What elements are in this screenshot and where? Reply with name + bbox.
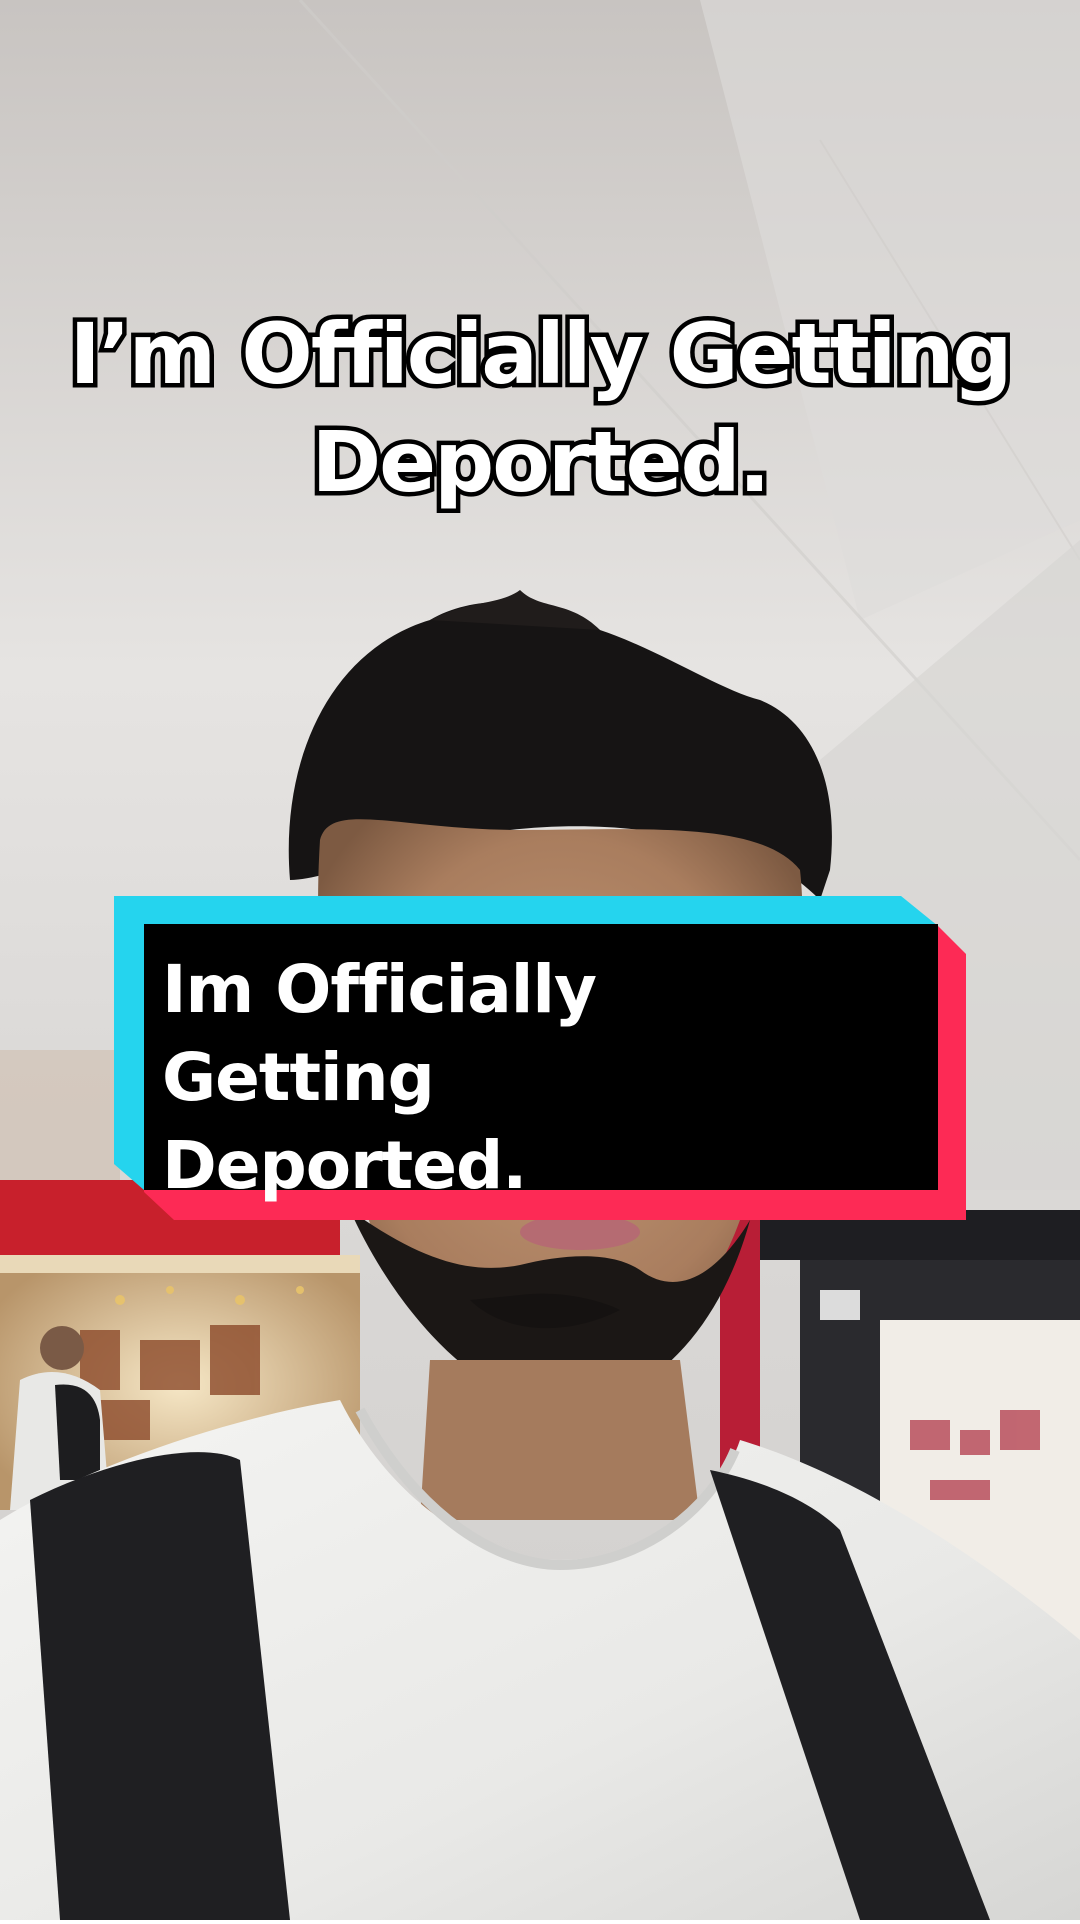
text-overlay-card: Im Officially Getting Deported. [114, 896, 966, 1220]
video-frame: I’m Officially Getting Deported. Im Offi… [0, 0, 1080, 1920]
video-caption-line2: Deported. [307, 409, 775, 516]
video-caption: I’m Officially Getting Deported. [40, 300, 1040, 516]
video-caption-line1: I’m Officially Getting [65, 301, 1017, 408]
card-text: Im Officially Getting Deported. [162, 946, 882, 1210]
card-text-line2: Deported. [162, 1127, 527, 1204]
card-text-line1: Im Officially Getting [162, 951, 597, 1116]
